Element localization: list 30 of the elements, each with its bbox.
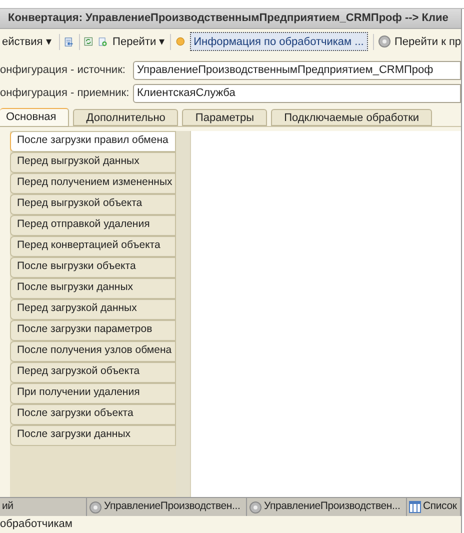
handler-tab[interactable]: Перед получением измененных [10, 172, 176, 194]
handler-tab[interactable]: Перед отправкой удаления [10, 214, 176, 236]
tab[interactable]: Параметры [182, 108, 268, 126]
handler-tab[interactable]: Перед загрузкой данных [10, 298, 176, 320]
handler-tab[interactable]: Перед выгрузкой объекта [10, 194, 176, 215]
handler-tab[interactable]: Перед загрузкой объекта [10, 362, 176, 383]
handler-tab[interactable]: При получении удаления [10, 382, 176, 404]
goto-menu[interactable]: Перейти ▾ [112, 34, 166, 50]
info-button[interactable]: Информация по обработчикам ... [190, 32, 368, 52]
window-title: Конвертация: УправлениеПроизводственнымПредприятием_CRMПроф --> Клие [8, 11, 448, 26]
handler-tab[interactable]: После загрузки правил обмена [10, 130, 176, 152]
tab[interactable]: Подключаемые обработки [271, 108, 432, 126]
input-field[interactable]: УправлениеПроизводственнымПредприятием_CRMПроф [133, 60, 461, 80]
handler-tab[interactable]: После загрузки параметров [10, 320, 176, 341]
field-label: онфигурация - источник: [0, 62, 126, 78]
handler-tab[interactable]: После загрузки данных [10, 424, 176, 446]
tab[interactable]: Основная [0, 108, 70, 127]
goto-button[interactable]: Перейти к пр [378, 34, 461, 50]
handler-tab[interactable]: После выгрузки объекта [10, 256, 176, 278]
field-label: онфигурация - приемник: [0, 86, 130, 101]
handler-tab[interactable]: Перед выгрузкой данных [10, 152, 176, 173]
handler-tab[interactable]: После получения узлов обмена [10, 340, 176, 362]
handler-tab[interactable]: Перед конвертацией объекта [10, 236, 176, 257]
list-icon [409, 501, 421, 514]
actions-menu[interactable]: ействия ▾ [0, 34, 54, 50]
input-field[interactable]: КлиентскаяСлужба [133, 84, 461, 103]
handler-tab[interactable]: После выгрузки данных [10, 278, 176, 299]
tab[interactable]: Дополнительно [73, 108, 178, 126]
handler-tab[interactable]: После загрузки объекта [10, 404, 176, 425]
status-text: обработчикам [0, 517, 72, 532]
